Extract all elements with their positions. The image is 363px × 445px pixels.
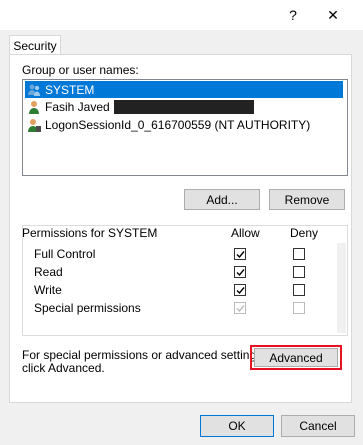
users-listbox[interactable]: SYSTEM Fasih Javed LogonSessionId_0_6167…	[22, 79, 348, 176]
help-button[interactable]: ?	[273, 0, 313, 30]
advanced-button[interactable]: Advanced	[254, 348, 338, 367]
perm-name-special: Special permissions	[34, 301, 141, 315]
group-label: Group or user names:	[22, 63, 139, 77]
special-allow-checkbox	[234, 302, 246, 314]
redacted-bar	[113, 99, 254, 114]
perm-name-read: Read	[34, 265, 63, 279]
list-item-label: SYSTEM	[45, 82, 95, 97]
close-icon: ✕	[327, 6, 339, 23]
add-button[interactable]: Add...	[184, 189, 260, 210]
cancel-button[interactable]: Cancel	[281, 415, 355, 437]
ok-button-label: OK	[228, 419, 246, 433]
list-item-label: LogonSessionId_0_616700559 (NT AUTHORITY…	[45, 117, 311, 132]
perm-name-full-control: Full Control	[34, 247, 96, 261]
full-control-deny-checkbox[interactable]	[293, 248, 305, 260]
add-button-label: Add...	[206, 192, 238, 207]
ok-button[interactable]: OK	[200, 415, 274, 437]
list-item-user[interactable]: Fasih Javed	[25, 98, 343, 115]
list-item-logon-session[interactable]: LogonSessionId_0_616700559 (NT AUTHORITY…	[25, 116, 343, 133]
check-icon	[236, 286, 245, 294]
permissions-header: Permissions for SYSTEM	[22, 226, 158, 240]
advanced-button-label: Advanced	[269, 350, 323, 365]
special-deny-checkbox	[293, 302, 305, 314]
help-icon: ?	[289, 7, 297, 23]
check-icon	[236, 268, 245, 276]
cancel-button-label: Cancel	[299, 419, 337, 433]
perm-name-write: Write	[34, 283, 62, 297]
write-deny-checkbox[interactable]	[293, 284, 305, 296]
users-group-icon	[28, 84, 40, 96]
tab-security-label: Security	[13, 39, 57, 53]
list-item-system[interactable]: SYSTEM	[25, 81, 343, 98]
read-deny-checkbox[interactable]	[293, 266, 305, 278]
tab-security[interactable]: Security	[9, 35, 61, 56]
advanced-note-line1: For special permissions or advanced sett…	[22, 348, 266, 362]
check-icon	[236, 304, 245, 312]
full-control-allow-checkbox[interactable]	[234, 248, 246, 260]
allow-header: Allow	[231, 226, 260, 240]
list-item-label: Fasih Javed	[45, 99, 110, 114]
remove-button-label: Remove	[284, 192, 330, 207]
write-allow-checkbox[interactable]	[234, 284, 246, 296]
close-button[interactable]: ✕	[313, 0, 353, 30]
permissions-scrollbar[interactable]	[337, 243, 346, 333]
user-shield-icon	[28, 118, 41, 132]
deny-header: Deny	[290, 226, 319, 240]
remove-button[interactable]: Remove	[269, 189, 345, 210]
advanced-note-line2: click Advanced.	[22, 361, 105, 375]
user-icon	[29, 100, 39, 114]
read-allow-checkbox[interactable]	[234, 266, 246, 278]
check-icon	[236, 250, 245, 258]
permissions-table	[22, 225, 348, 336]
